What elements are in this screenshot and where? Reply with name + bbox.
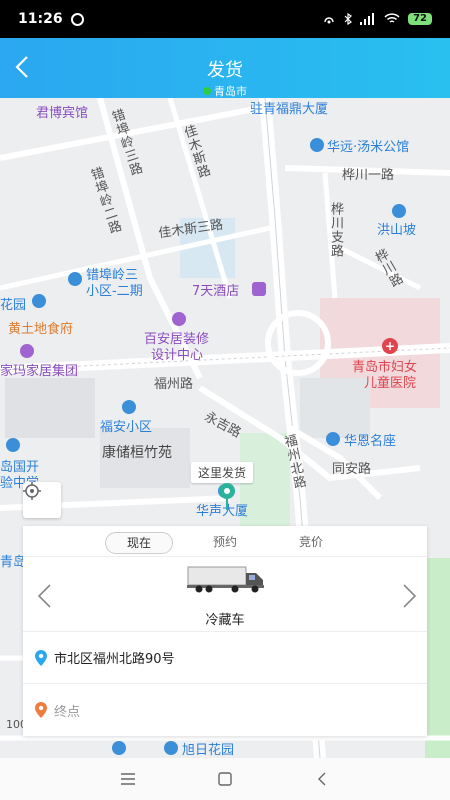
map-label: 旭日花园 <box>182 743 235 758</box>
signal-icon <box>360 13 375 25</box>
map-label: 黄土地食府 <box>8 322 74 337</box>
map-label: 驻青福鼎大厦 <box>250 102 329 117</box>
map-label: 康储桓竹苑 <box>102 445 172 461</box>
chevron-left-icon[interactable] <box>35 583 55 609</box>
tab-now[interactable]: 现在 <box>105 532 173 554</box>
map-label: 华恩名座 <box>344 434 397 449</box>
wifi-icon <box>384 13 400 23</box>
end-pin-icon <box>35 702 47 718</box>
locate-button[interactable] <box>23 482 61 518</box>
poi-icon <box>392 204 406 218</box>
menu-nav-button[interactable] <box>113 764 143 794</box>
page-title: 发货 <box>207 60 243 81</box>
map-label: 花园 <box>0 298 27 313</box>
pickup-marker-icon <box>219 483 235 510</box>
alarm-icon <box>70 12 84 26</box>
tab-reserve[interactable]: 预约 <box>191 532 259 554</box>
tab-bid[interactable]: 竞价 <box>277 532 345 554</box>
poi-icon <box>68 272 82 286</box>
menu-icon <box>121 773 136 785</box>
map-label: 同安路 <box>332 462 372 477</box>
poi-icon <box>164 741 178 755</box>
city-selector[interactable]: 青岛市 <box>0 83 450 99</box>
header: 发货 青岛市 <box>0 38 450 98</box>
end-address-placeholder: 终点 <box>54 704 81 720</box>
chevron-right-icon[interactable] <box>399 583 419 609</box>
status-icons: 72 <box>322 13 432 25</box>
map-label: 洪山坡 <box>377 223 417 238</box>
vehicle-selector: 冷藏车 <box>23 556 427 632</box>
poi-icon <box>310 138 324 152</box>
poi-icon <box>122 400 136 414</box>
poi-icon <box>20 344 34 358</box>
poi-icon <box>6 438 20 452</box>
home-square-icon <box>218 772 232 786</box>
start-address-field[interactable]: 市北区福州北路90号 <box>23 632 427 684</box>
map-label: 福安小区 <box>100 420 153 435</box>
map-label: 7天酒店 <box>192 284 240 299</box>
map-label: 儿童医院 <box>364 376 417 391</box>
order-type-tabs: 现在 预约 竞价 <box>23 526 427 556</box>
system-navbar <box>0 758 450 800</box>
map-label: 小区-二期 <box>86 284 143 299</box>
map-label: 桦川一路 <box>342 168 395 183</box>
status-bar: 11:26 72 <box>0 0 450 38</box>
location-dot-icon <box>203 87 211 95</box>
crosshair-icon <box>23 482 41 500</box>
map-label: 福州路 <box>154 377 194 392</box>
back-nav-button[interactable] <box>307 764 337 794</box>
hospital-icon: + <box>382 338 398 354</box>
start-pin-icon <box>35 649 47 666</box>
hotel-icon <box>252 282 266 296</box>
poi-icon <box>32 294 46 308</box>
back-triangle-icon <box>317 772 326 786</box>
order-panel: 现在 预约 竞价 冷藏车 市北区福州北路90号 终点 <box>23 526 427 736</box>
poi-icon <box>326 432 340 446</box>
poi-icon <box>172 312 186 326</box>
marker-label: 这里发货 <box>191 462 254 483</box>
map-label: 设计中心 <box>151 348 204 363</box>
vehicle-name: 冷藏车 <box>205 613 245 628</box>
map-label: 君博宾馆 <box>36 106 89 121</box>
status-time: 11:26 <box>18 11 63 27</box>
city-label: 青岛市 <box>214 85 247 98</box>
battery-indicator: 72 <box>408 13 432 25</box>
poi-icon <box>112 741 126 755</box>
bluetooth-icon <box>344 13 353 25</box>
start-address-text: 市北区福州北路90号 <box>54 652 175 667</box>
map-label: 桦川支路 <box>328 202 343 258</box>
map-label: 华远·汤米公馆 <box>327 140 410 155</box>
refrigerated-truck-icon <box>187 566 264 593</box>
map-label: 家玛家居集团 <box>0 364 79 379</box>
home-nav-button[interactable] <box>210 764 240 794</box>
end-address-field[interactable]: 终点 <box>23 684 427 736</box>
hotspot-icon <box>324 17 334 24</box>
